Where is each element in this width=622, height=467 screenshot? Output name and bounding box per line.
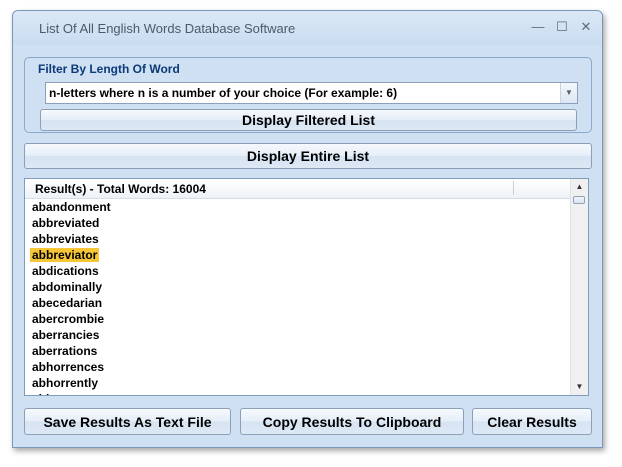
list-item[interactable]: abdominally <box>25 279 572 295</box>
minimize-icon[interactable]: — <box>528 19 548 35</box>
word-length-combo-value: n-letters where n is a number of your ch… <box>49 86 398 100</box>
list-item[interactable]: abiogeneses <box>25 391 572 395</box>
chevron-down-icon[interactable]: ▼ <box>560 83 577 103</box>
list-item[interactable]: abhorrently <box>25 375 572 391</box>
results-header-text: Result(s) - Total Words: 16004 <box>35 182 206 196</box>
list-item-label: abercrombie <box>32 312 105 326</box>
maximize-icon[interactable]: ☐ <box>552 19 572 35</box>
list-item-label: abhorrently <box>32 376 99 390</box>
list-item-label: abbreviates <box>32 232 99 246</box>
list-item[interactable]: aberrancies <box>25 327 572 343</box>
list-item[interactable]: aberrations <box>25 343 572 359</box>
filter-group-title: Filter By Length Of Word <box>36 62 182 76</box>
list-item[interactable]: abandonment <box>25 199 572 215</box>
title-bar[interactable]: List Of All English Words Database Softw… <box>13 11 602 45</box>
client-area: Filter By Length Of Word n-letters where… <box>21 45 594 441</box>
list-item-label: aberrancies <box>32 328 100 342</box>
list-item-label: aberrations <box>32 344 98 358</box>
main-window: List Of All English Words Database Softw… <box>12 10 603 448</box>
copy-results-button[interactable]: Copy Results To Clipboard <box>240 408 464 435</box>
word-length-combo[interactable]: n-letters where n is a number of your ch… <box>45 82 578 104</box>
results-column-header[interactable]: Result(s) - Total Words: 16004 <box>25 179 572 199</box>
list-item[interactable]: abbreviator <box>25 247 572 263</box>
list-item[interactable]: abercrombie <box>25 311 572 327</box>
list-item-label: abdications <box>32 264 99 278</box>
display-entire-list-button[interactable]: Display Entire List <box>24 143 592 169</box>
list-item-label: abecedarian <box>32 296 103 310</box>
list-item-label: abbreviator <box>30 248 100 262</box>
results-listview[interactable]: Result(s) - Total Words: 16004 abandonme… <box>24 178 589 396</box>
scroll-down-icon[interactable]: ▼ <box>571 379 588 395</box>
list-item[interactable]: abdications <box>25 263 572 279</box>
clear-results-button[interactable]: Clear Results <box>472 408 592 435</box>
list-item-label: abandonment <box>32 200 111 214</box>
list-item[interactable]: abecedarian <box>25 295 572 311</box>
list-item-label: abhorrences <box>32 360 105 374</box>
filter-groupbox: Filter By Length Of Word n-letters where… <box>24 57 592 133</box>
results-rows: abandonment abbreviated abbreviates abbrevi… <box>25 199 572 395</box>
list-item-label: abbreviated <box>32 216 100 230</box>
close-icon[interactable]: ✕ <box>576 19 596 35</box>
scroll-thumb[interactable] <box>573 196 585 204</box>
display-filtered-list-button[interactable]: Display Filtered List <box>40 109 577 131</box>
vertical-scrollbar[interactable]: ▲ ▼ <box>570 179 588 395</box>
column-separator[interactable] <box>513 181 514 195</box>
list-item[interactable]: abbreviated <box>25 215 572 231</box>
window-title: List Of All English Words Database Softw… <box>39 21 296 36</box>
list-item-label: abdominally <box>32 280 103 294</box>
list-item[interactable]: abhorrences <box>25 359 572 375</box>
list-item-label: abiogeneses <box>30 392 107 395</box>
scroll-up-icon[interactable]: ▲ <box>571 179 588 195</box>
list-item[interactable]: abbreviates <box>25 231 572 247</box>
save-results-button[interactable]: Save Results As Text File <box>24 408 231 435</box>
